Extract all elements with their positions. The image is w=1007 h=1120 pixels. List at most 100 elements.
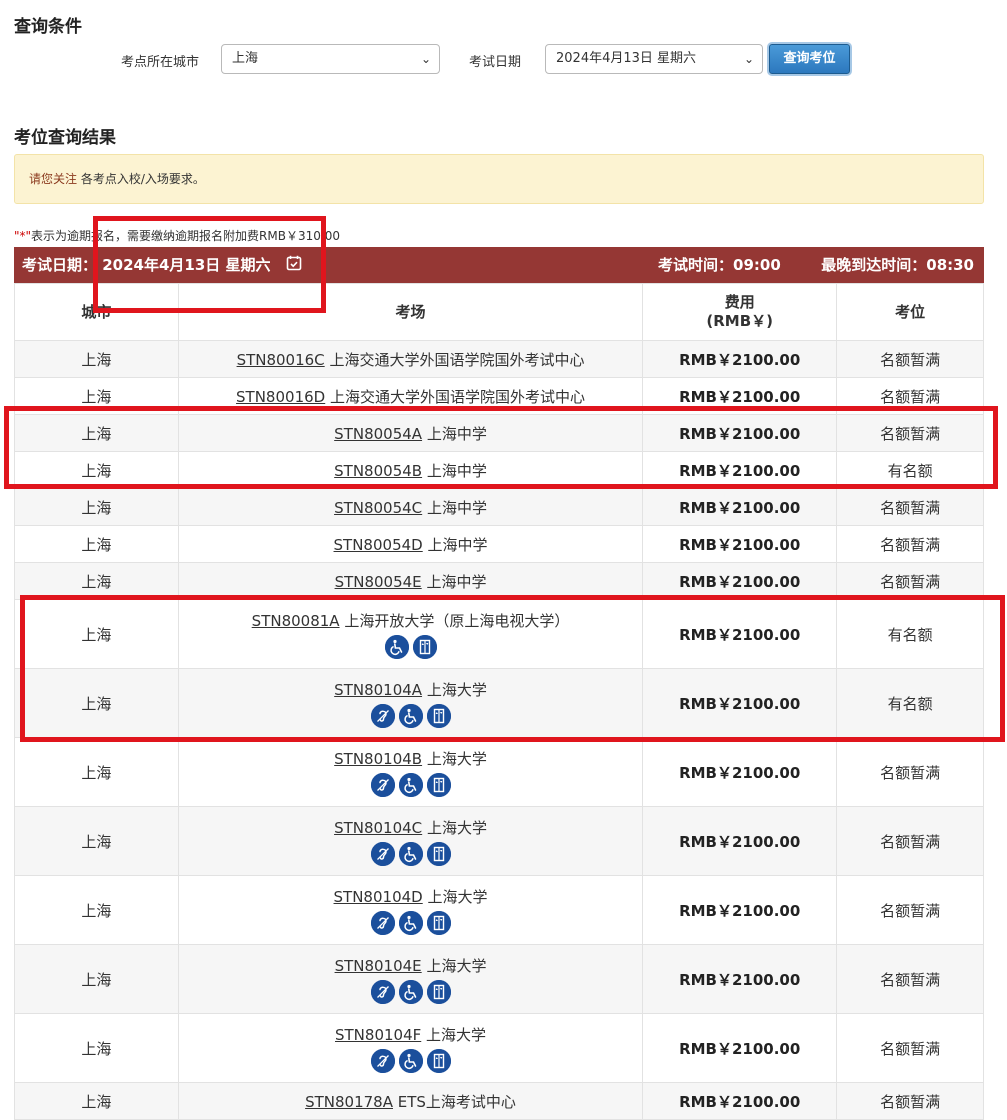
cell-city: 上海 xyxy=(14,451,179,489)
cell-seat-status: 名额暂满 xyxy=(836,737,984,807)
cell-seat-status: 有名额 xyxy=(836,668,984,738)
wheelchair-icon xyxy=(398,1048,423,1073)
wheelchair-icon xyxy=(398,910,423,935)
date-select-value: 2024年4月13日 星期六 xyxy=(556,51,697,66)
table-row: 上海 STN80054D 上海中学 RMB￥2100.00 名额暂满 xyxy=(14,525,984,563)
results-title: 考位查询结果 xyxy=(14,128,116,148)
date-label: 考试日期 xyxy=(469,55,522,70)
cell-city: 上海 xyxy=(14,377,179,415)
cell-city: 上海 xyxy=(14,562,179,600)
table-row: 上海 STN80104E 上海大学 RMB￥2100.00 名额暂满 xyxy=(14,944,984,1014)
hearing-icon xyxy=(370,703,395,728)
elevator-icon xyxy=(426,979,451,1004)
band-arrival-time: 最晚到达时间：08:30 xyxy=(821,256,974,274)
notice-alert: 请您关注 各考点入校/入场要求。 xyxy=(14,154,984,204)
venue-name: 上海中学 xyxy=(422,461,487,480)
table-row: 上海 STN80178A ETS上海考试中心 RMB￥2100.00 名额暂满 xyxy=(14,1082,984,1120)
city-select[interactable]: 上海 ⌄ xyxy=(221,44,440,74)
fee-header-line2: (RMB￥) xyxy=(706,312,773,330)
venue-code-link[interactable]: STN80104D xyxy=(334,888,423,906)
table-row: 上海 STN80104A 上海大学 RMB￥2100.00 有名额 xyxy=(14,668,984,738)
cell-venue: STN80054D 上海中学 xyxy=(177,525,644,563)
fee-header-line1: 费用 xyxy=(724,293,755,311)
table-row: 上海 STN80054A 上海中学 RMB￥2100.00 名额暂满 xyxy=(14,414,984,452)
cell-venue: STN80016D 上海交通大学外国语学院国外考试中心 xyxy=(177,377,644,415)
cell-city: 上海 xyxy=(14,340,179,378)
date-select[interactable]: 2024年4月13日 星期六 ⌄ xyxy=(545,44,763,74)
venue-code-link[interactable]: STN80104A xyxy=(334,681,422,699)
elevator-icon xyxy=(426,772,451,797)
query-seat-button[interactable]: 查询考位 xyxy=(769,44,850,74)
cell-fee: RMB￥2100.00 xyxy=(642,562,838,600)
cell-seat-status: 有名额 xyxy=(836,451,984,489)
chevron-down-icon: ⌄ xyxy=(420,52,431,66)
calendar-check-icon[interactable] xyxy=(286,248,302,284)
venue-code-link[interactable]: STN80054B xyxy=(334,462,422,480)
column-header-seat: 考位 xyxy=(836,283,984,341)
cell-city: 上海 xyxy=(14,599,179,669)
late-registration-note: "*"表示为逾期报名，需要缴纳逾期报名附加费RMB￥310.00 xyxy=(14,227,340,244)
cell-fee: RMB￥2100.00 xyxy=(642,1082,838,1120)
elevator-icon xyxy=(426,910,451,935)
venue-code-link[interactable]: STN80054D xyxy=(334,536,423,554)
cell-venue: STN80104F 上海大学 xyxy=(177,1013,644,1083)
table-row: 上海 STN80081A 上海开放大学（原上海电视大学） RMB￥2100.00 有名… xyxy=(14,599,984,669)
venue-name: 上海中学 xyxy=(422,535,488,554)
cell-fee: RMB￥2100.00 xyxy=(642,875,838,945)
cell-seat-status: 名额暂满 xyxy=(836,525,984,563)
elevator-icon xyxy=(426,841,451,866)
venue-name: 上海大学 xyxy=(422,818,487,837)
column-header-venue: 考场 xyxy=(177,283,644,341)
cell-venue: STN80104D 上海大学 xyxy=(177,875,644,945)
venue-name: 上海开放大学（原上海电视大学） xyxy=(339,611,570,630)
hearing-icon xyxy=(370,979,395,1004)
cell-seat-status: 名额暂满 xyxy=(836,944,984,1014)
cell-venue: STN80054C 上海中学 xyxy=(177,488,644,526)
venue-code-link[interactable]: STN80104B xyxy=(334,750,422,768)
facility-icons xyxy=(179,841,642,866)
facility-icons xyxy=(179,979,642,1004)
wheelchair-icon xyxy=(384,634,409,659)
venue-code-link[interactable]: STN80054E xyxy=(335,573,422,591)
cell-fee: RMB￥2100.00 xyxy=(642,414,838,452)
seat-results-table: 城市 考场 费用 (RMB￥) 考位 上海 STN80016C 上海交通大学外国语… xyxy=(14,283,984,1120)
venue-name: 上海大学 xyxy=(422,680,487,699)
column-header-city: 城市 xyxy=(14,283,179,341)
cell-venue: STN80054B 上海中学 xyxy=(177,451,644,489)
facility-icons xyxy=(179,634,642,659)
venue-code-link[interactable]: STN80054A xyxy=(334,425,422,443)
venue-name: 上海大学 xyxy=(421,956,487,975)
cell-fee: RMB￥2100.00 xyxy=(642,340,838,378)
cell-seat-status: 名额暂满 xyxy=(836,377,984,415)
cell-seat-status: 名额暂满 xyxy=(836,1082,984,1120)
venue-code-link[interactable]: STN80016D xyxy=(236,388,325,406)
table-row: 上海 STN80104C 上海大学 RMB￥2100.00 名额暂满 xyxy=(14,806,984,876)
venue-name: 上海中学 xyxy=(422,424,487,443)
venue-name: 上海大学 xyxy=(422,887,488,906)
chevron-down-icon: ⌄ xyxy=(743,52,754,66)
hearing-icon xyxy=(370,772,395,797)
wheelchair-icon xyxy=(398,772,423,797)
wheelchair-icon xyxy=(398,703,423,728)
city-select-value: 上海 xyxy=(232,51,259,66)
venue-code-link[interactable]: STN80016C xyxy=(237,351,325,369)
venue-code-link[interactable]: STN80178A xyxy=(305,1093,393,1111)
cell-fee: RMB￥2100.00 xyxy=(642,668,838,738)
venue-code-link[interactable]: STN80054C xyxy=(334,499,422,517)
cell-venue: STN80081A 上海开放大学（原上海电视大学） xyxy=(177,599,644,669)
venue-code-link[interactable]: STN80104F xyxy=(335,1026,421,1044)
cell-city: 上海 xyxy=(14,1013,179,1083)
table-row: 上海 STN80104F 上海大学 RMB￥2100.00 名额暂满 xyxy=(14,1013,984,1083)
venue-code-link[interactable]: STN80104C xyxy=(334,819,422,837)
venue-code-link[interactable]: STN80081A xyxy=(252,612,340,630)
table-row: 上海 STN80016C 上海交通大学外国语学院国外考试中心 RMB￥2100.00… xyxy=(14,340,984,378)
table-row: 上海 STN80016D 上海交通大学外国语学院国外考试中心 RMB￥2100.00… xyxy=(14,377,984,415)
facility-icons xyxy=(179,910,642,935)
hearing-icon xyxy=(370,841,395,866)
venue-code-link[interactable]: STN80104E xyxy=(335,957,422,975)
cell-city: 上海 xyxy=(14,525,179,563)
table-row: 上海 STN80104D 上海大学 RMB￥2100.00 名额暂满 xyxy=(14,875,984,945)
cell-seat-status: 名额暂满 xyxy=(836,340,984,378)
cell-city: 上海 xyxy=(14,414,179,452)
exam-info-band: 考试日期： 2024年4月13日 星期六 考试时间：09:00 最晚到达时间：0… xyxy=(14,247,984,283)
